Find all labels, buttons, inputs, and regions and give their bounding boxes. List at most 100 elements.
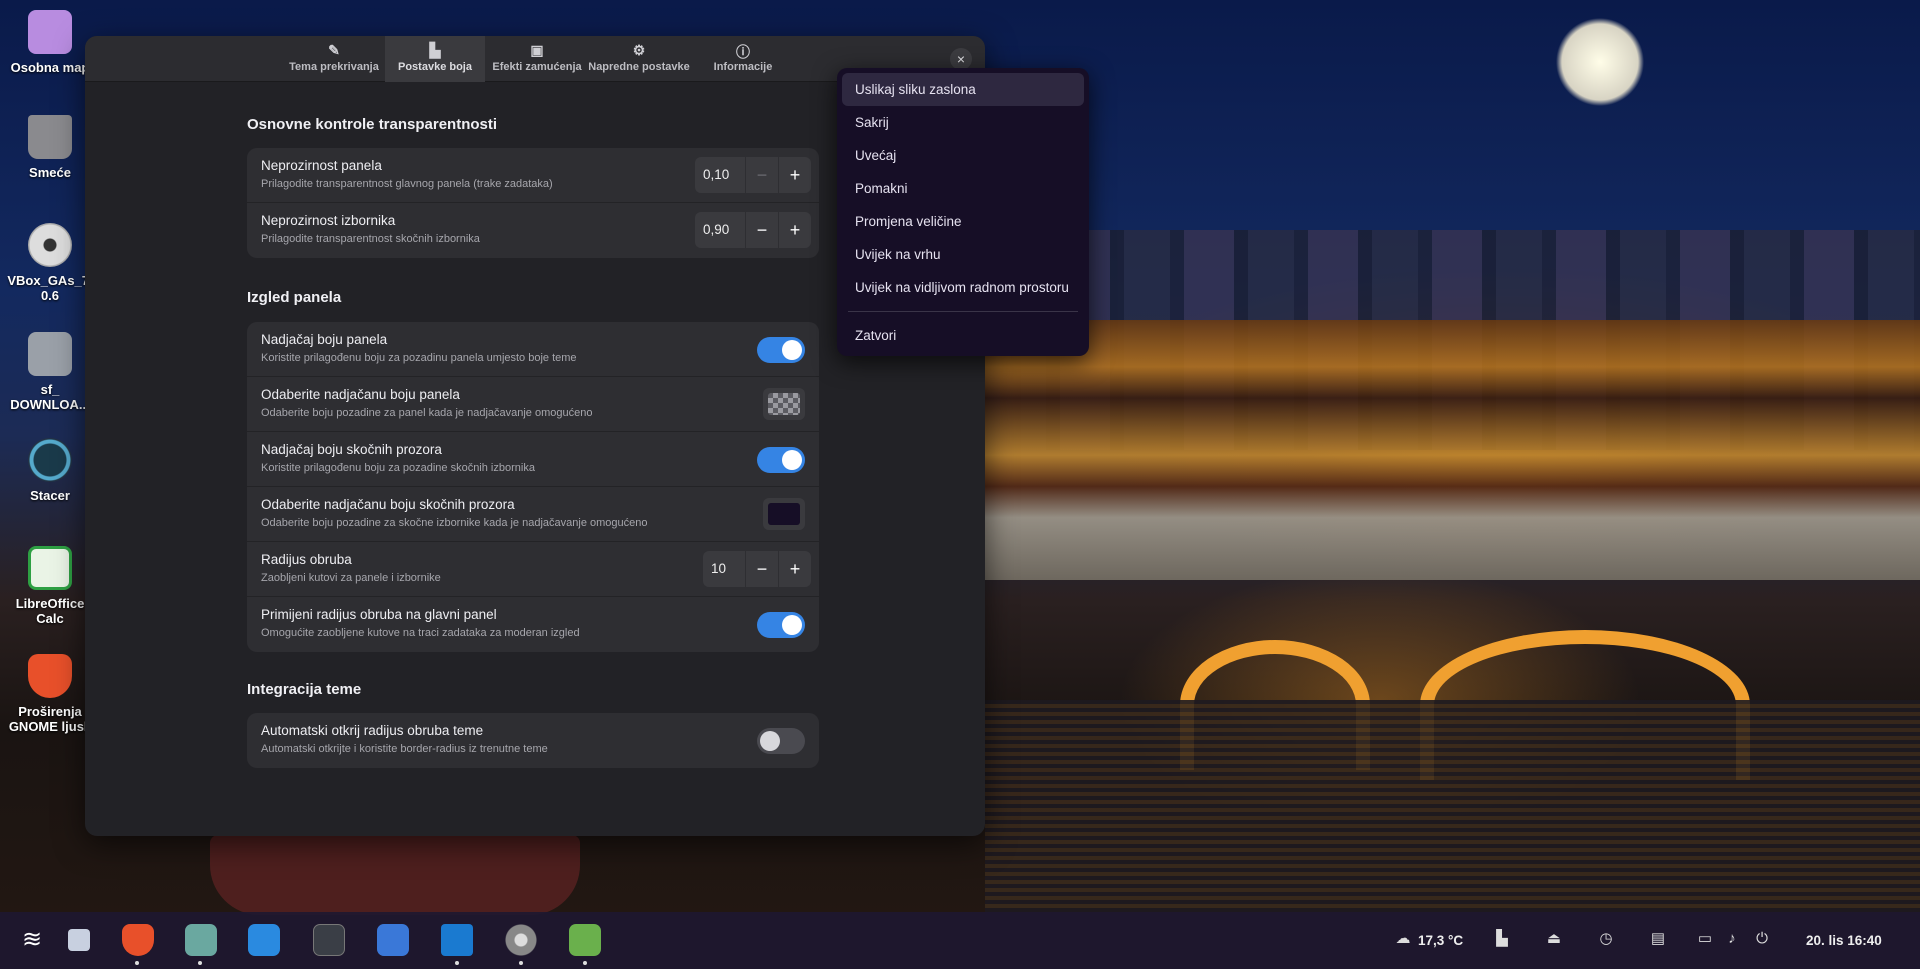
eject-icon[interactable]: ⏏ <box>1545 930 1563 948</box>
section-title-panel-look: Izgled panela <box>247 289 342 306</box>
row-title: Primijeni radijus obruba na glavni panel <box>261 607 497 622</box>
row-subtitle: Omogućite zaobljene kutove na traci zada… <box>261 627 580 639</box>
section-title-theme: Integracija teme <box>247 681 362 698</box>
border-radius-spinbutton: 10 − + <box>703 551 811 587</box>
home-folder-icon <box>28 10 72 54</box>
power-icon[interactable]: ⏻ <box>1753 930 1771 948</box>
color-settings-tray-icon[interactable]: ▙ <box>1493 930 1511 948</box>
menu-item-move[interactable]: Pomakni <box>842 172 1084 205</box>
spin-value[interactable]: 0,10 <box>695 157 745 193</box>
decrement-button[interactable]: − <box>745 157 778 193</box>
taskbar: ≋ ☁ 17,3 °C ▙ ⏏ ◷ ▤ ▭ ♪ ⏻ 20. lis 16:40 <box>0 912 1920 969</box>
desktop-icon-label: Stacer <box>30 488 70 503</box>
menu-item-screenshot[interactable]: Uslikaj sliku zaslona <box>842 73 1084 106</box>
display-icon[interactable]: ▭ <box>1696 930 1714 948</box>
row-title: Odaberite nadjačanu boju panela <box>261 387 460 402</box>
desktop-icon-label: sf_ DOWNLOA... <box>10 382 90 412</box>
section-title-transparency: Osnovne kontrole transparentnosti <box>247 116 498 133</box>
row-title: Nadjačaj boju panela <box>261 332 388 347</box>
increment-button[interactable]: + <box>778 551 811 587</box>
panel-color-row: Odaberite nadjačanu boju panela Odaberit… <box>247 377 819 432</box>
panel-opacity-spinbutton: 0,10 − + <box>695 157 811 193</box>
row-title: Radijus obruba <box>261 552 352 567</box>
menu-item-maximize[interactable]: Uvećaj <box>842 139 1084 172</box>
menu-item-always-on-top[interactable]: Uvijek na vrhu <box>842 238 1084 271</box>
brave-icon[interactable] <box>122 924 154 956</box>
close-button[interactable]: × <box>950 48 972 70</box>
transparency-group: Neprozirnost panela Prilagodite transpar… <box>247 148 819 258</box>
desktop-icon-label: VBox_GAs_7. 0.6 <box>7 273 93 303</box>
color-swatch <box>768 393 800 415</box>
border-radius-row: Radijus obruba Zaobljeni kutovi za panel… <box>247 542 819 597</box>
desktop-icon-label: Proširenja GNOME ljusk <box>8 704 92 734</box>
weather-temperature[interactable]: 17,3 °C <box>1418 912 1463 969</box>
switch-knob <box>782 450 802 470</box>
panel-color-button[interactable] <box>763 388 805 420</box>
palette-icon: ✎ <box>328 42 340 58</box>
menu-item-always-visible-workspace[interactable]: Uvijek na vidljivom radnom prostoru <box>842 271 1084 304</box>
clock-icon[interactable]: ◷ <box>1597 930 1615 948</box>
increment-button[interactable]: + <box>778 212 811 248</box>
tab-color-settings[interactable]: ▙ Postavke boja <box>385 36 485 82</box>
row-title: Odaberite nadjačanu boju skočnih prozora <box>261 497 515 512</box>
popup-color-row: Odaberite nadjačanu boju skočnih prozora… <box>247 487 819 542</box>
spin-value[interactable]: 10 <box>703 551 745 587</box>
clipboard-icon[interactable]: ▤ <box>1649 930 1667 948</box>
tab-overlay-theme[interactable]: ✎ Tema prekrivanja <box>285 36 383 82</box>
wallpaper-temple <box>985 320 1920 580</box>
auto-detect-radius-switch[interactable] <box>757 728 805 754</box>
panel-look-group: Nadjačaj boju panela Koristite prilagođe… <box>247 322 819 652</box>
spin-value[interactable]: 0,90 <box>695 212 745 248</box>
window-context-menu: Uslikaj sliku zaslona Sakrij Uvećaj Poma… <box>837 68 1089 356</box>
vscode-icon[interactable] <box>441 924 473 956</box>
desktop-icon-label: Smeće <box>29 165 71 180</box>
menu-item-close[interactable]: Zatvori <box>842 319 1084 352</box>
menu-item-resize[interactable]: Promjena veličine <box>842 205 1084 238</box>
volume-icon[interactable]: ♪ <box>1723 930 1741 948</box>
switch-knob <box>782 340 802 360</box>
decrement-button[interactable]: − <box>745 212 778 248</box>
row-title: Neprozirnost panela <box>261 158 382 173</box>
theme-group: Automatski otkrij radijus obruba teme Au… <box>247 713 819 768</box>
popup-color-button[interactable] <box>763 498 805 530</box>
override-panel-color-switch[interactable] <box>757 337 805 363</box>
calc-icon <box>28 546 72 590</box>
settings-icon: ⚙ <box>632 42 646 58</box>
override-panel-color-row: Nadjačaj boju panela Koristite prilagođe… <box>247 322 819 377</box>
row-title: Nadjačaj boju skočnih prozora <box>261 442 442 457</box>
menu-separator <box>848 311 1078 312</box>
tab-label: Informacije <box>713 61 773 73</box>
switch-knob <box>760 731 780 751</box>
tab-blur-effects[interactable]: ▣ Efekti zamućenja <box>487 36 587 82</box>
blur-icon: ▣ <box>530 42 544 58</box>
decrement-button[interactable]: − <box>745 551 778 587</box>
row-subtitle: Odaberite boju pozadine za panel kada je… <box>261 407 593 419</box>
terminal-icon[interactable] <box>313 924 345 956</box>
row-subtitle: Automatski otkrijte i koristite border-r… <box>261 743 548 755</box>
override-popup-color-row: Nadjačaj boju skočnih prozora Koristite … <box>247 432 819 487</box>
workspaces-icon[interactable] <box>68 929 90 951</box>
switch-knob <box>782 615 802 635</box>
zorin-menu-icon[interactable]: ≋ <box>16 924 48 956</box>
tab-advanced[interactable]: ⚙ Napredne postavke <box>587 36 691 82</box>
panel-opacity-row: Neprozirnost panela Prilagodite transpar… <box>247 148 819 203</box>
auto-detect-radius-row: Automatski otkrij radijus obruba teme Au… <box>247 713 819 768</box>
disc-icon <box>28 223 72 267</box>
increment-button[interactable]: + <box>778 157 811 193</box>
color-icon: ▙ <box>429 42 441 58</box>
brave-extension-icon <box>28 654 72 698</box>
row-subtitle: Koristite prilagođenu boju za pozadine s… <box>261 462 535 474</box>
tab-label: Napredne postavke <box>588 61 690 73</box>
menu-item-hide[interactable]: Sakrij <box>842 106 1084 139</box>
row-subtitle: Prilagodite transparentnost skočnih izbo… <box>261 233 480 245</box>
settings-icon[interactable] <box>505 924 537 956</box>
row-subtitle: Zaobljeni kutovi za panele i izbornike <box>261 572 441 584</box>
clock-datetime[interactable]: 20. lis 16:40 <box>1806 912 1882 969</box>
extensions-icon[interactable] <box>377 924 409 956</box>
override-popup-color-switch[interactable] <box>757 447 805 473</box>
files-icon[interactable] <box>185 924 217 956</box>
software-store-icon[interactable] <box>248 924 280 956</box>
apply-radius-switch[interactable] <box>757 612 805 638</box>
tab-info[interactable]: ⓘ Informacije <box>693 36 793 82</box>
extension-manager-icon[interactable] <box>569 924 601 956</box>
